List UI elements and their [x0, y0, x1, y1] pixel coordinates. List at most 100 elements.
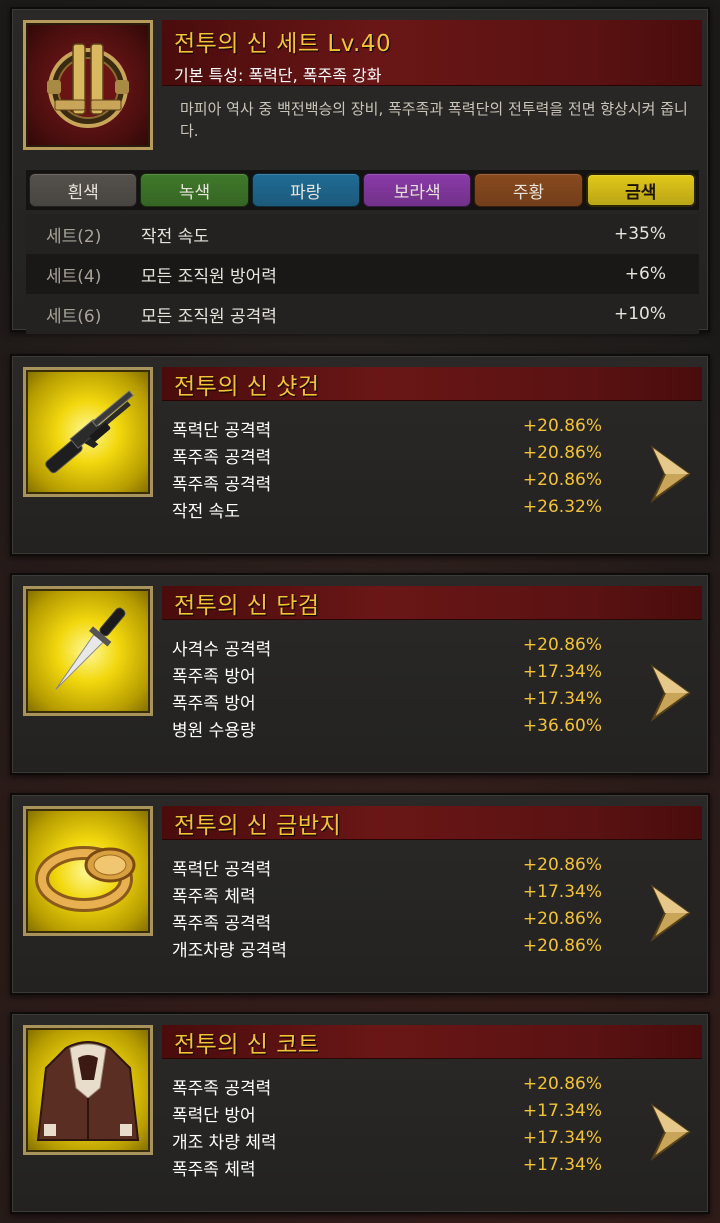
dagger-icon	[26, 607, 150, 713]
stat-value: +20.86%	[522, 416, 602, 436]
stat-value: +20.86%	[522, 936, 602, 956]
item-card-coat: 전투의 신 코트 폭주족 공격력 +20.86% 폭력단 방어 +17.34% 개조 차량…	[10, 1012, 710, 1214]
stat-value: +17.34%	[522, 662, 602, 682]
stat-row: 폭주족 공격력 +20.86%	[172, 1074, 602, 1101]
set-bonus-level: 세트(6)	[46, 306, 102, 327]
stat-row: 폭력단 공격력 +20.86%	[172, 855, 602, 882]
item-title-bar: 전투의 신 샷건	[162, 367, 702, 401]
set-bonus-row: 세트(2) 작전 속도 +35%	[26, 214, 699, 254]
shotgun-icon	[26, 390, 150, 494]
item-title: 전투의 신 샷건	[174, 373, 320, 400]
set-subtitle: 기본 특성: 폭력단, 폭주족 강화	[174, 66, 382, 85]
stat-value: +20.86%	[522, 909, 602, 929]
stat-row: 개조 차량 체력 +17.34%	[172, 1128, 602, 1155]
set-bonus-value: +10%	[613, 304, 666, 324]
stat-value: +20.86%	[522, 1074, 602, 1094]
chevron-right-icon	[650, 883, 691, 943]
set-bonus-row: 세트(6) 모든 조직원 공격력 +10%	[26, 294, 699, 334]
item-stats: 폭력단 공격력 +20.86% 폭주족 공격력 +20.86% 폭주족 공격력 +20.8…	[172, 416, 602, 524]
item-title-bar: 전투의 신 단검	[162, 586, 702, 620]
grade-tab-3[interactable]: 보라색	[362, 173, 472, 207]
item-icon-frame	[23, 1025, 153, 1155]
item-icon-frame	[23, 586, 153, 716]
stat-value: +17.34%	[522, 882, 602, 902]
next-arrow-button[interactable]	[646, 1099, 696, 1165]
stat-name: 개조차량 공격력	[172, 941, 287, 961]
gold-ring-icon	[26, 846, 150, 933]
stat-name: 폭력단 방어	[172, 1106, 256, 1126]
next-arrow-button[interactable]	[646, 880, 696, 946]
grade-tab-4[interactable]: 주황	[474, 173, 583, 207]
set-bonus-level: 세트(2)	[46, 226, 102, 247]
item-icon-frame	[23, 806, 153, 936]
next-arrow-button[interactable]	[646, 660, 696, 726]
set-bonus-value: +6%	[624, 264, 666, 284]
stat-value: +20.86%	[522, 635, 602, 655]
set-bonus-name: 모든 조직원 방어력	[141, 266, 277, 287]
set-title: 전투의 신 세트 Lv.40	[174, 31, 392, 57]
stat-row: 폭주족 공격력 +20.86%	[172, 909, 602, 936]
stat-row: 폭력단 방어 +17.34%	[172, 1101, 602, 1128]
stat-row: 폭주족 체력 +17.34%	[172, 882, 602, 909]
grade-tab-5[interactable]: 금색	[585, 173, 696, 207]
grade-tab-1[interactable]: 녹색	[140, 173, 249, 207]
stat-name: 폭주족 공격력	[172, 475, 272, 495]
next-arrow-button[interactable]	[646, 441, 696, 507]
stat-row: 개조차량 공격력 +20.86%	[172, 936, 602, 963]
stat-value: +20.86%	[522, 855, 602, 875]
item-stats: 사격수 공격력 +20.86% 폭주족 방어 +17.34% 폭주족 방어 +17.34%…	[172, 635, 602, 743]
stat-row: 폭력단 공격력 +20.86%	[172, 416, 602, 443]
item-card-dagger: 전투의 신 단검사격수 공격력 +20.86% 폭주족 방어 +17.34% 폭주족 방…	[10, 573, 710, 775]
set-bonus-value: +35%	[613, 224, 666, 244]
stat-row: 폭주족 공격력 +20.86%	[172, 443, 602, 470]
stat-name: 개조 차량 체력	[172, 1133, 277, 1153]
set-bonus-name: 작전 속도	[141, 226, 209, 247]
stat-name: 작전 속도	[172, 502, 240, 522]
stat-name: 병원 수용량	[172, 721, 256, 741]
chevron-right-icon	[650, 663, 691, 723]
stat-value: +20.86%	[522, 470, 602, 490]
stat-name: 폭주족 체력	[172, 887, 256, 907]
item-icon-frame	[23, 367, 153, 497]
set-bonus-name: 모든 조직원 공격력	[141, 306, 277, 327]
stat-value: +17.34%	[522, 1101, 602, 1121]
chevron-right-icon	[650, 444, 691, 504]
stat-value: +17.34%	[522, 1155, 602, 1175]
item-stats: 폭주족 공격력 +20.86% 폭력단 방어 +17.34% 개조 차량 체력 +17.3…	[172, 1074, 602, 1182]
stat-name: 폭주족 방어	[172, 667, 256, 687]
item-title-bar: 전투의 신 코트	[162, 1025, 702, 1059]
stat-row: 폭주족 체력 +17.34%	[172, 1155, 602, 1182]
set-description: 마피아 역사 중 백전백승의 장비, 폭주족과 폭력단의 전투력을 전면 향상시…	[180, 100, 688, 140]
grade-tab-0[interactable]: 흰색	[29, 173, 138, 207]
gold-guns-emblem-icon	[47, 43, 129, 128]
stat-name: 폭주족 공격력	[172, 448, 272, 468]
stat-row: 폭주족 공격력 +20.86%	[172, 470, 602, 497]
item-card-gold-ring: 전투의 신 금반지 폭력단 공격력 +20.86% 폭주족 체력 +17.34% 폭주족 …	[10, 793, 710, 995]
item-title: 전투의 신 단검	[174, 592, 320, 619]
stat-row: 폭주족 방어 +17.34%	[172, 662, 602, 689]
chevron-right-icon	[650, 1102, 691, 1162]
stat-value: +26.32%	[522, 497, 602, 517]
set-title-bar: 전투의 신 세트 Lv.40 기본 특성: 폭력단, 폭주족 강화	[162, 20, 702, 86]
set-bonus-row: 세트(4) 모든 조직원 방어력 +6%	[26, 254, 699, 294]
leather-coat-icon	[26, 1041, 150, 1152]
stat-name: 사격수 공격력	[172, 640, 272, 660]
item-stats: 폭력단 공격력 +20.86% 폭주족 체력 +17.34% 폭주족 공격력 +20.86…	[172, 855, 602, 963]
stat-row: 사격수 공격력 +20.86%	[172, 635, 602, 662]
stat-name: 폭력단 공격력	[172, 860, 272, 880]
item-title: 전투의 신 금반지	[174, 812, 342, 839]
stat-name: 폭력단 공격력	[172, 421, 272, 441]
item-card-shotgun: 전투의 신 샷건폭력단 공격력 +20.86% 폭주족 공격력 +20.86% 폭주족 …	[10, 354, 710, 556]
item-title-bar: 전투의 신 금반지	[162, 806, 702, 840]
set-bonus-level: 세트(4)	[46, 266, 102, 287]
stat-value: +36.60%	[522, 716, 602, 736]
stat-row: 작전 속도 +26.32%	[172, 497, 602, 524]
set-icon-frame	[23, 20, 153, 150]
grade-tab-2[interactable]: 파랑	[251, 173, 360, 207]
stat-value: +17.34%	[522, 689, 602, 709]
item-title: 전투의 신 코트	[174, 1031, 320, 1058]
stat-name: 폭주족 체력	[172, 1160, 256, 1180]
stat-row: 병원 수용량 +36.60%	[172, 716, 602, 743]
set-bonus-table: 세트(2) 작전 속도 +35% 세트(4) 모든 조직원 방어력 +6% 세트(6) 모든 …	[26, 214, 699, 334]
grade-tabs: 흰색 녹색 파랑 보라색 주황 금색	[26, 170, 699, 210]
